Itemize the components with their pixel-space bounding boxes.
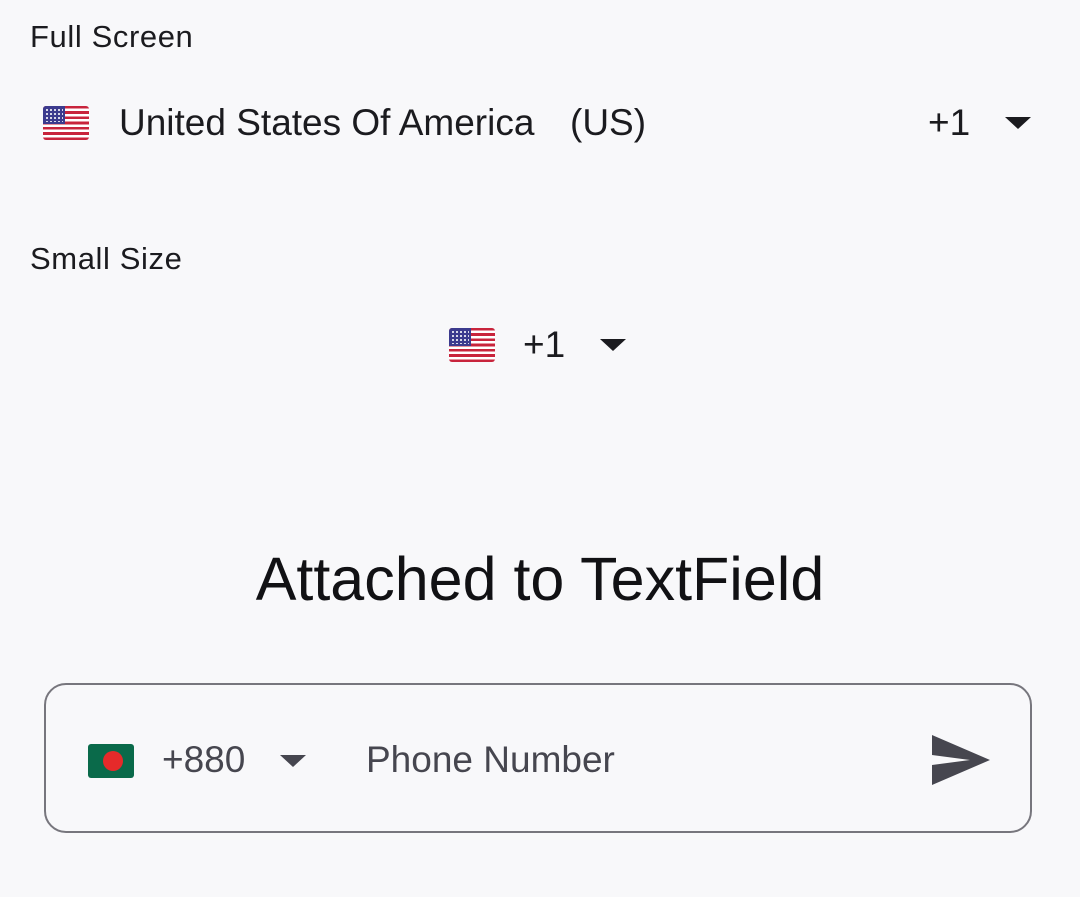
full-country-picker[interactable]: United States Of America (US) +1: [30, 88, 1050, 158]
full-screen-label: Full Screen: [30, 19, 194, 54]
dial-code: +1: [928, 102, 971, 143]
phone-number-input[interactable]: [366, 725, 926, 795]
phone-text-field: +880: [44, 683, 1032, 833]
chevron-down-icon: [1005, 117, 1031, 129]
small-country-picker[interactable]: +1: [440, 312, 640, 378]
dial-code: +880: [162, 739, 246, 780]
screen: Full Screen United States Of America (US…: [0, 0, 1080, 897]
country-iso-code: (US): [570, 102, 647, 143]
small-size-label: Small Size: [30, 241, 183, 276]
flag-us-icon: [43, 106, 89, 140]
chevron-down-icon: [280, 755, 306, 767]
dial-code: +1: [523, 324, 566, 365]
section-heading: Attached to TextField: [255, 545, 825, 613]
flag-bd-icon: [88, 744, 134, 778]
country-code-picker[interactable]: +880: [80, 725, 320, 795]
chevron-down-icon: [600, 339, 626, 351]
send-icon: [932, 735, 990, 785]
country-name: United States Of America: [119, 102, 535, 143]
send-button[interactable]: [926, 725, 996, 795]
flag-us-icon: [449, 328, 495, 362]
